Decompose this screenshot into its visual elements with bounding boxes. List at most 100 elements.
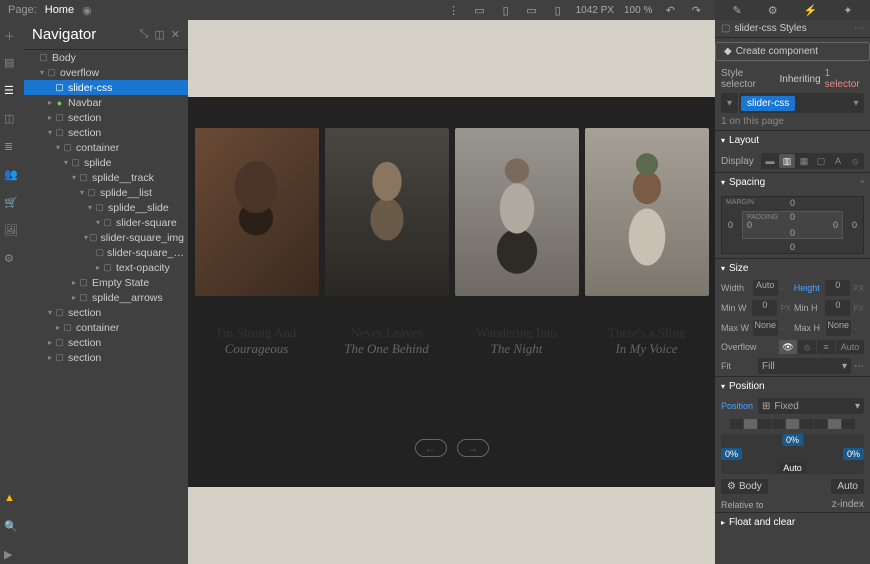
add-icon[interactable]: ＋ bbox=[4, 28, 20, 44]
tree-item[interactable]: ▾▢splide__slide bbox=[24, 200, 188, 215]
tree-item[interactable]: ▢slider-square_… bbox=[24, 245, 188, 260]
selector-dropdown-icon[interactable]: ▾ bbox=[848, 98, 864, 109]
size-section[interactable]: Size bbox=[729, 263, 748, 274]
arrow-next-button[interactable]: → bbox=[457, 439, 489, 457]
pages-icon[interactable]: ▤ bbox=[4, 56, 20, 72]
slide[interactable]: Wandering IntoThe Night bbox=[455, 128, 579, 357]
position-presets[interactable] bbox=[721, 419, 864, 429]
inheriting-label: Inheriting bbox=[780, 74, 821, 85]
maxw-input[interactable]: None bbox=[753, 320, 778, 336]
tree-item[interactable]: ▸▢section bbox=[24, 110, 188, 125]
bp-desktop-icon[interactable]: ▭ bbox=[472, 2, 488, 18]
bp-tablet-icon[interactable]: ▯ bbox=[498, 2, 514, 18]
undo-icon[interactable]: ↶ bbox=[662, 2, 678, 18]
display-none-icon[interactable]: ⦸ bbox=[847, 154, 863, 168]
layout-section[interactable]: Layout bbox=[729, 135, 759, 146]
bp-landscape-icon[interactable]: ▭ bbox=[524, 2, 540, 18]
relative-body-chip[interactable]: ⚙ Body bbox=[721, 479, 768, 494]
position-offsets[interactable]: 0% 0% 0% Auto bbox=[721, 434, 864, 474]
spacing-box[interactable]: MARGIN 0 0 0 0 PADDING 0 0 0 0 bbox=[721, 196, 864, 254]
ecommerce-icon[interactable]: 🛒 bbox=[4, 196, 20, 212]
tree-item[interactable]: ▾▢splide__list bbox=[24, 185, 188, 200]
relative-auto[interactable]: Auto bbox=[831, 479, 864, 494]
help-icon[interactable]: ▲ bbox=[4, 492, 20, 508]
style-more-icon[interactable]: ⋯ bbox=[854, 23, 864, 34]
overflow-auto[interactable]: Auto bbox=[836, 340, 864, 354]
overflow-hidden-icon[interactable]: ⦸ bbox=[798, 340, 816, 354]
slide-image bbox=[195, 128, 319, 296]
navigator-tree[interactable]: ▢Body▾▢overflow▢slider-css▸●Navbar▸▢sect… bbox=[24, 50, 188, 564]
tree-item[interactable]: ▸▢section bbox=[24, 335, 188, 350]
arrow-prev-button[interactable]: ← bbox=[415, 439, 447, 457]
settings-rail-icon[interactable]: ⚙ bbox=[4, 252, 20, 268]
settings-icon[interactable]: ⚙ bbox=[768, 4, 778, 17]
tree-item[interactable]: ▾▢splide bbox=[24, 155, 188, 170]
tree-item[interactable]: ▾▢slider-square_img bbox=[24, 230, 188, 245]
tree-item[interactable]: ▸▢container bbox=[24, 320, 188, 335]
width-input[interactable]: Auto bbox=[753, 280, 778, 296]
canvas[interactable]: I'm Strong AndCourageousNever LeavesThe … bbox=[188, 20, 715, 564]
fit-more-icon[interactable]: ⋯ bbox=[854, 361, 864, 372]
tree-item[interactable]: ▢Body bbox=[24, 50, 188, 65]
overflow-visible-icon[interactable]: 👁 bbox=[779, 340, 797, 354]
video-icon[interactable]: ▶ bbox=[4, 548, 20, 564]
maxh-input[interactable]: None bbox=[826, 320, 851, 336]
more-icon[interactable]: ⋮ bbox=[446, 2, 462, 18]
cms-icon[interactable]: ≣ bbox=[4, 140, 20, 156]
components-icon[interactable]: ◫ bbox=[4, 112, 20, 128]
position-select[interactable]: ⊞ Fixed▾ bbox=[758, 398, 864, 414]
tree-item[interactable]: ▾▢section bbox=[24, 125, 188, 140]
interactions-icon[interactable]: ⚡ bbox=[804, 4, 818, 17]
close-icon[interactable]: ✕ bbox=[171, 28, 180, 41]
overflow-scroll-icon[interactable]: ≡ bbox=[817, 340, 835, 354]
slider-arrows: ← → bbox=[415, 439, 489, 457]
create-component-button[interactable]: ◆ Create component bbox=[715, 42, 870, 61]
tree-item[interactable]: ▾▢slider-square bbox=[24, 215, 188, 230]
redo-icon[interactable]: ↷ bbox=[688, 2, 704, 18]
slide[interactable]: There's a SlingIn My Voice bbox=[585, 128, 709, 357]
tree-item[interactable]: ▾▢container bbox=[24, 140, 188, 155]
tree-item[interactable]: ▸▢splide__arrows bbox=[24, 290, 188, 305]
minh-input[interactable]: 0 bbox=[825, 300, 850, 316]
preview-icon[interactable]: ◉ bbox=[82, 4, 92, 17]
selector-type-icon[interactable]: ▾ bbox=[721, 93, 739, 113]
float-section[interactable]: Float and clear bbox=[729, 517, 795, 528]
height-input[interactable]: 0 bbox=[825, 280, 850, 296]
display-inlineblock-icon[interactable]: ▢ bbox=[813, 154, 829, 168]
tree-item[interactable]: ▸●Navbar bbox=[24, 95, 188, 110]
fit-select[interactable]: Fill▾ bbox=[758, 358, 851, 374]
selector-input[interactable]: ▾ slider-css ▾ bbox=[721, 93, 864, 113]
spacing-more-icon[interactable]: ▫ bbox=[860, 177, 864, 188]
spacing-section[interactable]: Spacing bbox=[729, 177, 765, 188]
brush-icon[interactable]: ✎ bbox=[732, 4, 741, 17]
users-icon[interactable]: 👥 bbox=[4, 168, 20, 184]
collapse-icon[interactable]: ⤡ bbox=[140, 28, 149, 41]
search-icon[interactable]: 🔍 bbox=[4, 520, 20, 536]
pin-icon[interactable]: ◫ bbox=[154, 28, 164, 41]
tree-item[interactable]: ▢slider-css bbox=[24, 80, 188, 95]
navigator-icon[interactable]: ☰ bbox=[4, 84, 20, 100]
zindex-label[interactable]: z-index bbox=[832, 499, 864, 510]
display-options[interactable]: ▬ ▥ ▦ ▢ A ⦸ bbox=[761, 153, 864, 169]
slide[interactable]: Never LeavesThe One Behind bbox=[325, 128, 449, 357]
tree-item[interactable]: ▾▢overflow bbox=[24, 65, 188, 80]
slide-title: I'm Strong And bbox=[217, 325, 297, 341]
display-block-icon[interactable]: ▬ bbox=[762, 154, 778, 168]
display-grid-icon[interactable]: ▦ bbox=[796, 154, 812, 168]
tree-item[interactable]: ▸▢text-opacity bbox=[24, 260, 188, 275]
tree-item[interactable]: ▾▢section bbox=[24, 305, 188, 320]
tree-item[interactable]: ▸▢Empty State bbox=[24, 275, 188, 290]
slide[interactable]: I'm Strong AndCourageous bbox=[195, 128, 319, 357]
bp-mobile-icon[interactable]: ▯ bbox=[550, 2, 566, 18]
inherit-count[interactable]: 1 selector bbox=[825, 68, 864, 90]
minw-input[interactable]: 0 bbox=[752, 300, 777, 316]
assets-icon[interactable]: 🖼 bbox=[4, 224, 20, 240]
tree-item[interactable]: ▾▢splide__track bbox=[24, 170, 188, 185]
effects-icon[interactable]: ✦ bbox=[843, 4, 852, 17]
page-name[interactable]: Home bbox=[45, 4, 74, 16]
display-inline-icon[interactable]: A bbox=[830, 154, 846, 168]
position-section[interactable]: Position bbox=[729, 381, 765, 392]
selector-chip[interactable]: slider-css bbox=[741, 96, 795, 111]
tree-item[interactable]: ▸▢section bbox=[24, 350, 188, 365]
display-flex-icon[interactable]: ▥ bbox=[779, 154, 795, 168]
